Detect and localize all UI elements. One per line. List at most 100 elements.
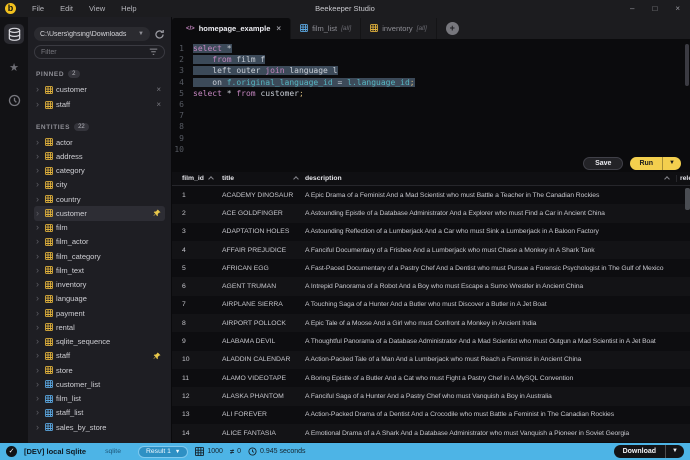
sidebar-item-film_category[interactable]: › film_category bbox=[34, 249, 165, 263]
code-line[interactable]: select * bbox=[193, 43, 690, 54]
sidebar-item-rental[interactable]: › rental bbox=[34, 320, 165, 334]
code-line[interactable]: select * from customer; bbox=[193, 88, 690, 99]
refresh-icon[interactable] bbox=[154, 29, 165, 40]
table-row[interactable]: 5 AFRICAN EGG A Fast-Paced Documentary o… bbox=[172, 259, 690, 277]
table-row[interactable]: 14 ALICE FANTASIA A Emotional Drama of a… bbox=[172, 424, 690, 442]
download-button[interactable]: Download ▼ bbox=[614, 445, 684, 458]
sidebar-item-film_actor[interactable]: › film_actor bbox=[34, 235, 165, 249]
table-row[interactable]: 1 ACADEMY DINOSAUR A Epic Drama of a Fem… bbox=[172, 186, 690, 204]
filter-input[interactable] bbox=[41, 49, 149, 56]
favorites-icon[interactable]: ★ bbox=[4, 57, 24, 77]
sort-icon[interactable] bbox=[208, 176, 214, 182]
unpin-close-icon[interactable]: × bbox=[156, 85, 161, 94]
save-button[interactable]: Save bbox=[583, 157, 623, 170]
sidebar-item-staff[interactable]: › staff × bbox=[34, 97, 165, 112]
table-row[interactable]: 2 ACE GOLDFINGER A Astounding Epistle of… bbox=[172, 204, 690, 222]
chevron-right-icon[interactable]: › bbox=[36, 366, 42, 375]
close-button[interactable]: × bbox=[675, 0, 680, 17]
pin-icon[interactable] bbox=[153, 352, 161, 360]
sidebar-item-address[interactable]: › address bbox=[34, 149, 165, 163]
chevron-right-icon[interactable]: › bbox=[36, 180, 42, 189]
sidebar-item-sqlite_sequence[interactable]: › sqlite_sequence bbox=[34, 335, 165, 349]
table-row[interactable]: 11 ALAMO VIDEOTAPE A Boring Epistle of a… bbox=[172, 369, 690, 387]
code-line[interactable] bbox=[193, 121, 690, 132]
run-dropdown-caret-icon[interactable]: ▼ bbox=[662, 157, 681, 170]
chevron-right-icon[interactable]: › bbox=[36, 309, 42, 318]
tab-homepage_example[interactable]: </> homepage_example × bbox=[172, 18, 291, 39]
table-row[interactable]: 10 ALADDIN CALENDAR A Action-Packed Tale… bbox=[172, 351, 690, 369]
chevron-right-icon[interactable]: › bbox=[36, 152, 42, 161]
chevron-right-icon[interactable]: › bbox=[36, 266, 42, 275]
sidebar-item-customer[interactable]: › customer × bbox=[34, 82, 165, 97]
chevron-right-icon[interactable]: › bbox=[36, 337, 42, 346]
table-row[interactable]: 6 AGENT TRUMAN A Intrepid Panorama of a … bbox=[172, 277, 690, 295]
chevron-right-icon[interactable]: › bbox=[36, 423, 42, 432]
sidebar-item-category[interactable]: › category bbox=[34, 164, 165, 178]
sidebar-item-sales_by_store[interactable]: › sales_by_store bbox=[34, 420, 165, 434]
maximize-button[interactable]: □ bbox=[652, 0, 657, 17]
sidebar-item-customer[interactable]: › customer bbox=[34, 206, 165, 220]
result-selector[interactable]: Result 1 ▼ bbox=[138, 446, 188, 458]
code-line[interactable] bbox=[193, 110, 690, 121]
code-line[interactable]: from film f bbox=[193, 54, 690, 65]
chevron-right-icon[interactable]: › bbox=[36, 380, 42, 389]
new-tab-button[interactable]: + bbox=[446, 22, 459, 35]
menu-help[interactable]: Help bbox=[113, 4, 144, 13]
table-row[interactable]: 15 ALIEN CENTER A Brilliant Drama of a C… bbox=[172, 442, 690, 443]
results-scrollbar[interactable] bbox=[685, 188, 690, 210]
run-button[interactable]: Run ▼ bbox=[630, 157, 681, 170]
menu-view[interactable]: View bbox=[81, 4, 113, 13]
column-header-description[interactable]: description bbox=[305, 175, 676, 182]
sidebar-item-staff[interactable]: › staff bbox=[34, 349, 165, 363]
sidebar-item-inventory[interactable]: › inventory bbox=[34, 278, 165, 292]
chevron-right-icon[interactable]: › bbox=[36, 294, 42, 303]
results-grid[interactable]: 1 ACADEMY DINOSAUR A Epic Drama of a Fem… bbox=[172, 186, 690, 443]
chevron-right-icon[interactable]: › bbox=[36, 237, 42, 246]
chevron-right-icon[interactable]: › bbox=[36, 100, 42, 109]
connection-selector[interactable]: C:\Users\ghsing\Downloads ▼ bbox=[34, 27, 150, 41]
table-row[interactable]: 7 AIRPLANE SIERRA A Touching Saga of a H… bbox=[172, 296, 690, 314]
sidebar-item-staff_list[interactable]: › staff_list bbox=[34, 406, 165, 420]
editor-scrollbar[interactable] bbox=[685, 44, 689, 86]
download-dropdown-caret-icon[interactable]: ▼ bbox=[665, 445, 684, 458]
history-icon[interactable] bbox=[4, 90, 24, 110]
menu-file[interactable]: File bbox=[24, 4, 52, 13]
table-row[interactable]: 9 ALABAMA DEVIL A Thoughtful Panorama of… bbox=[172, 332, 690, 350]
sidebar-item-customer_list[interactable]: › customer_list bbox=[34, 377, 165, 391]
sidebar-item-actor[interactable]: › actor bbox=[34, 135, 165, 149]
code-line[interactable] bbox=[193, 99, 690, 110]
code-line[interactable] bbox=[193, 144, 690, 155]
filter-box[interactable] bbox=[34, 45, 165, 59]
sidebar-item-language[interactable]: › language bbox=[34, 292, 165, 306]
menu-edit[interactable]: Edit bbox=[52, 4, 81, 13]
sidebar-item-payment[interactable]: › payment bbox=[34, 306, 165, 320]
chevron-right-icon[interactable]: › bbox=[36, 195, 42, 204]
sql-editor[interactable]: 12345678910 select * from film f left ou… bbox=[172, 39, 690, 155]
table-row[interactable]: 13 ALI FOREVER A Action-Packed Drama of … bbox=[172, 406, 690, 424]
tab-inventory[interactable]: inventory [all] bbox=[361, 18, 437, 39]
chevron-right-icon[interactable]: › bbox=[36, 408, 42, 417]
code-line[interactable]: on f.original_language_id = l.language_i… bbox=[193, 77, 690, 88]
chevron-right-icon[interactable]: › bbox=[36, 138, 42, 147]
column-header-film-id[interactable]: film_id bbox=[172, 175, 222, 182]
chevron-right-icon[interactable]: › bbox=[36, 223, 42, 232]
minimize-button[interactable]: – bbox=[630, 0, 634, 17]
code-line[interactable]: left outer join language l bbox=[193, 65, 690, 76]
chevron-right-icon[interactable]: › bbox=[36, 280, 42, 289]
sidebar-item-film_text[interactable]: › film_text bbox=[34, 263, 165, 277]
chevron-right-icon[interactable]: › bbox=[36, 85, 42, 94]
sidebar-item-film_list[interactable]: › film_list bbox=[34, 392, 165, 406]
sidebar-item-film[interactable]: › film bbox=[34, 221, 165, 235]
chevron-right-icon[interactable]: › bbox=[36, 323, 42, 332]
editor-code[interactable]: select * from film f left outer join lan… bbox=[188, 43, 690, 155]
sort-icon[interactable] bbox=[664, 176, 670, 182]
database-panel-icon[interactable] bbox=[4, 24, 24, 44]
table-row[interactable]: 8 AIRPORT POLLOCK A Epic Tale of a Moose… bbox=[172, 314, 690, 332]
chevron-right-icon[interactable]: › bbox=[36, 252, 42, 261]
chevron-right-icon[interactable]: › bbox=[36, 351, 42, 360]
sidebar-item-country[interactable]: › country bbox=[34, 192, 165, 206]
table-row[interactable]: 12 ALASKA PHANTOM A Fanciful Saga of a H… bbox=[172, 387, 690, 405]
sidebar-item-store[interactable]: › store bbox=[34, 363, 165, 377]
chevron-right-icon[interactable]: › bbox=[36, 394, 42, 403]
column-header-release-year[interactable]: release_year bbox=[676, 175, 690, 182]
